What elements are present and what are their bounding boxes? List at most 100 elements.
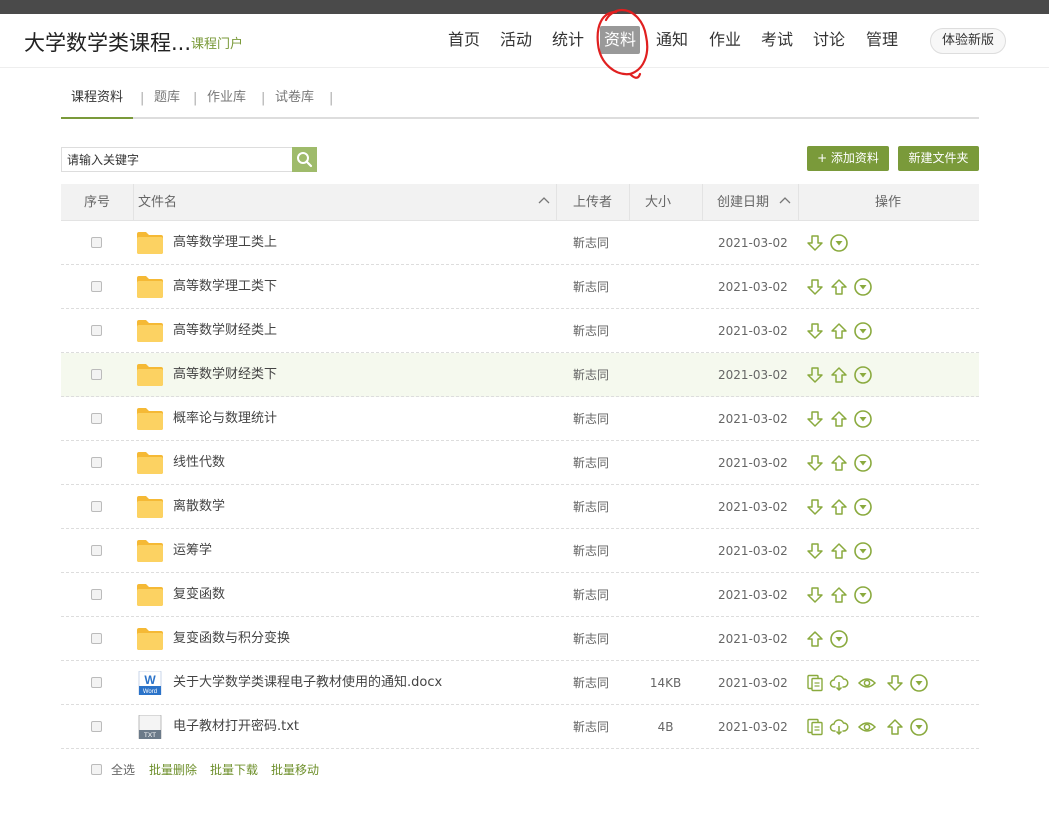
more-options-icon[interactable] — [853, 277, 873, 297]
more-options-icon[interactable] — [853, 541, 873, 561]
file-name-link[interactable]: 高等数学财经类下 — [173, 353, 277, 397]
nav-home[interactable]: 首页 — [444, 26, 484, 54]
header-filename[interactable]: 文件名 — [138, 184, 177, 221]
tab-exam-bank[interactable]: 试卷库 — [275, 82, 314, 119]
more-options-icon[interactable] — [853, 585, 873, 605]
nav-homework[interactable]: 作业 — [705, 26, 745, 54]
more-options-icon[interactable] — [829, 233, 849, 253]
download-arrow-icon[interactable] — [805, 233, 825, 253]
move-up-arrow-icon[interactable] — [885, 717, 905, 737]
table-row[interactable]: 复变函数与积分变换 靳志同 2021-03-02 — [61, 617, 979, 661]
copy-document-icon[interactable] — [805, 717, 825, 737]
more-options-icon[interactable] — [853, 409, 873, 429]
more-options-icon[interactable] — [853, 497, 873, 517]
cloud-download-icon[interactable] — [829, 717, 849, 737]
file-name-link[interactable]: 运筹学 — [173, 529, 212, 573]
file-name-link[interactable]: 离散数学 — [173, 485, 225, 529]
copy-document-icon[interactable] — [805, 673, 825, 693]
course-portal-link[interactable]: 课程门户 — [191, 33, 243, 52]
row-checkbox[interactable] — [91, 677, 102, 688]
new-folder-button[interactable]: 新建文件夹 — [898, 146, 979, 171]
sort-chevron-up-icon[interactable] — [779, 194, 791, 208]
batch-move-link[interactable]: 批量移动 — [271, 760, 319, 780]
move-up-arrow-icon[interactable] — [829, 585, 849, 605]
download-arrow-icon[interactable] — [805, 585, 825, 605]
move-up-arrow-icon[interactable] — [829, 321, 849, 341]
row-checkbox[interactable] — [91, 369, 102, 380]
row-checkbox[interactable] — [91, 281, 102, 292]
table-row[interactable]: 高等数学财经类上 靳志同 2021-03-02 — [61, 309, 979, 353]
download-arrow-icon[interactable] — [885, 673, 905, 693]
cloud-download-icon[interactable] — [829, 673, 849, 693]
nav-discussion[interactable]: 讨论 — [809, 26, 849, 54]
select-all-label[interactable]: 全选 — [111, 760, 135, 780]
table-row[interactable]: 运筹学 靳志同 2021-03-02 — [61, 529, 979, 573]
move-up-arrow-icon[interactable] — [829, 277, 849, 297]
move-up-arrow-icon[interactable] — [829, 541, 849, 561]
table-row[interactable]: 高等数学理工类上 靳志同 2021-03-02 — [61, 221, 979, 265]
download-arrow-icon[interactable] — [805, 541, 825, 561]
add-material-button[interactable]: + 添加资料 — [807, 146, 889, 171]
file-name-link[interactable]: 电子教材打开密码.txt — [173, 705, 299, 749]
table-row[interactable]: W Word 关于大学数学类课程电子教材使用的通知.docx 靳志同 14KB 2021-… — [61, 661, 979, 705]
more-options-icon[interactable] — [853, 321, 873, 341]
nav-materials[interactable]: 资料 — [600, 26, 641, 54]
row-checkbox[interactable] — [91, 545, 102, 556]
header-created-date[interactable]: 创建日期 — [717, 184, 769, 221]
preview-eye-icon[interactable] — [857, 717, 877, 737]
nav-statistics[interactable]: 统计 — [548, 26, 588, 54]
try-new-version-button[interactable]: 体验新版 — [930, 28, 1006, 54]
batch-delete-link[interactable]: 批量删除 — [149, 760, 197, 780]
download-arrow-icon[interactable] — [805, 453, 825, 473]
row-checkbox[interactable] — [91, 633, 102, 644]
move-up-arrow-icon[interactable] — [805, 629, 825, 649]
row-checkbox[interactable] — [91, 325, 102, 336]
row-checkbox[interactable] — [91, 457, 102, 468]
file-name-link[interactable]: 线性代数 — [173, 441, 225, 485]
more-options-icon[interactable] — [909, 717, 929, 737]
download-arrow-icon[interactable] — [805, 497, 825, 517]
sort-chevron-up-icon[interactable] — [538, 194, 550, 208]
table-row[interactable]: 高等数学理工类下 靳志同 2021-03-02 — [61, 265, 979, 309]
file-name-link[interactable]: 关于大学数学类课程电子教材使用的通知.docx — [173, 661, 442, 705]
file-name-link[interactable]: 高等数学理工类下 — [173, 265, 277, 309]
table-row[interactable]: 离散数学 靳志同 2021-03-02 — [61, 485, 979, 529]
more-options-icon[interactable] — [829, 629, 849, 649]
table-row[interactable]: TXT 电子教材打开密码.txt 靳志同 4B 2021-03-02 — [61, 705, 979, 749]
tab-course-materials[interactable]: 课程资料 — [61, 82, 134, 119]
search-input[interactable] — [62, 148, 293, 171]
row-checkbox[interactable] — [91, 721, 102, 732]
table-row[interactable]: 线性代数 靳志同 2021-03-02 — [61, 441, 979, 485]
batch-download-link[interactable]: 批量下载 — [210, 760, 258, 780]
table-row[interactable]: 概率论与数理统计 靳志同 2021-03-02 — [61, 397, 979, 441]
file-name-link[interactable]: 高等数学财经类上 — [173, 309, 277, 353]
row-checkbox[interactable] — [91, 413, 102, 424]
course-title[interactable]: 大学数学类课程... — [24, 27, 191, 57]
row-checkbox[interactable] — [91, 237, 102, 248]
file-name-link[interactable]: 复变函数与积分变换 — [173, 617, 290, 661]
select-all-checkbox[interactable] — [91, 764, 102, 775]
nav-notices[interactable]: 通知 — [652, 26, 692, 54]
table-row[interactable]: 高等数学财经类下 靳志同 2021-03-02 — [61, 353, 979, 397]
move-up-arrow-icon[interactable] — [829, 497, 849, 517]
row-checkbox[interactable] — [91, 501, 102, 512]
move-up-arrow-icon[interactable] — [829, 409, 849, 429]
row-checkbox[interactable] — [91, 589, 102, 600]
file-name-link[interactable]: 概率论与数理统计 — [173, 397, 277, 441]
preview-eye-icon[interactable] — [857, 673, 877, 693]
nav-exams[interactable]: 考试 — [757, 26, 797, 54]
tab-homework-bank[interactable]: 作业库 — [207, 82, 246, 119]
more-options-icon[interactable] — [909, 673, 929, 693]
move-up-arrow-icon[interactable] — [829, 365, 849, 385]
table-row[interactable]: 复变函数 靳志同 2021-03-02 — [61, 573, 979, 617]
tab-question-bank[interactable]: 题库 — [154, 82, 180, 119]
file-name-link[interactable]: 复变函数 — [173, 573, 225, 617]
nav-activity[interactable]: 活动 — [496, 26, 536, 54]
download-arrow-icon[interactable] — [805, 365, 825, 385]
download-arrow-icon[interactable] — [805, 321, 825, 341]
more-options-icon[interactable] — [853, 365, 873, 385]
search-button[interactable] — [292, 147, 317, 172]
download-arrow-icon[interactable] — [805, 409, 825, 429]
download-arrow-icon[interactable] — [805, 277, 825, 297]
more-options-icon[interactable] — [853, 453, 873, 473]
